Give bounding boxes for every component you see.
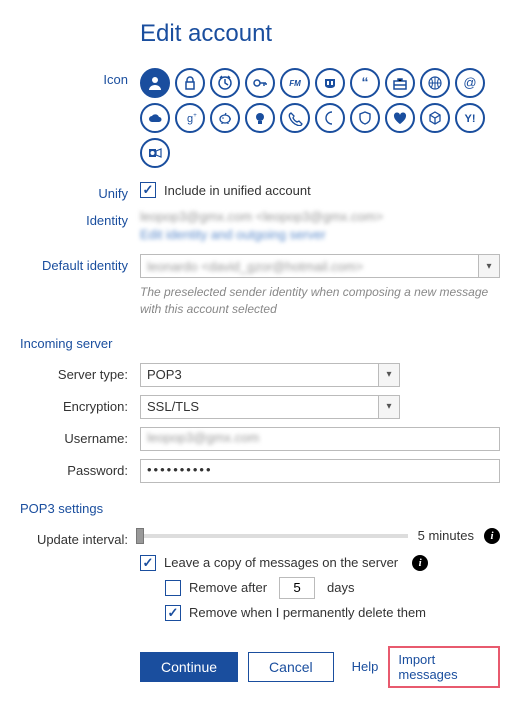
bulb-icon[interactable] [245, 103, 275, 133]
incoming-server-heading: Incoming server [20, 336, 500, 351]
dropdown-arrow-icon[interactable]: ▾ [378, 395, 400, 419]
remove-delete-label: Remove when I permanently delete them [189, 605, 426, 620]
clock-icon[interactable] [210, 68, 240, 98]
server-type-value: POP3 [140, 363, 400, 387]
cloud-icon[interactable] [140, 103, 170, 133]
fm-icon[interactable] [280, 68, 310, 98]
continue-button[interactable]: Continue [140, 652, 238, 682]
encryption-value: SSL/TLS [140, 395, 400, 419]
remove-delete-checkbox[interactable]: ✓ [165, 605, 181, 621]
briefcase-icon[interactable] [385, 68, 415, 98]
default-identity-value: leonardo <david_gzor@hotmail.com> [147, 259, 363, 274]
server-type-select[interactable]: POP3 ▾ [140, 363, 400, 387]
moon-icon[interactable] [315, 103, 345, 133]
password-input[interactable]: •••••••••• [140, 459, 500, 483]
update-interval-value: 5 minutes [418, 528, 474, 543]
default-identity-label: Default identity [20, 254, 140, 273]
icon-label: Icon [20, 68, 140, 87]
identity-label: Identity [20, 209, 140, 228]
encryption-select[interactable]: SSL/TLS ▾ [140, 395, 400, 419]
icon-picker [140, 68, 500, 168]
unify-checkbox[interactable]: ✓ [140, 182, 156, 198]
identity-edit-link[interactable]: Edit identity and outgoing server [140, 227, 500, 242]
at-icon[interactable] [455, 68, 485, 98]
key-icon[interactable] [245, 68, 275, 98]
encryption-label: Encryption: [20, 395, 140, 414]
update-interval-label: Update interval: [20, 528, 140, 547]
remove-after-days-input[interactable] [279, 577, 315, 599]
info-icon[interactable]: i [412, 555, 428, 571]
cancel-button[interactable]: Cancel [248, 652, 334, 682]
dropdown-arrow-icon[interactable]: ▾ [478, 254, 500, 278]
phone-icon[interactable] [280, 103, 310, 133]
unify-label: Unify [20, 182, 140, 201]
lock-icon[interactable] [175, 68, 205, 98]
help-link[interactable]: Help [352, 659, 379, 674]
quote-icon[interactable] [350, 68, 380, 98]
heart-icon[interactable] [385, 103, 415, 133]
update-interval-slider[interactable] [140, 534, 408, 538]
remove-after-label-before: Remove after [189, 580, 267, 595]
info-icon[interactable]: i [484, 528, 500, 544]
remove-after-label-after: days [327, 580, 354, 595]
identity-value: leopop3@gmx.com <leopop3@gmx.com> [140, 209, 383, 224]
piggy-icon[interactable] [210, 103, 240, 133]
pop3-settings-heading: POP3 settings [20, 501, 500, 516]
default-identity-helper: The preselected sender identity when com… [140, 284, 500, 318]
remove-after-checkbox[interactable]: ✓ [165, 580, 181, 596]
shield-icon[interactable] [350, 103, 380, 133]
password-label: Password: [20, 459, 140, 478]
mastodon-icon[interactable] [315, 68, 345, 98]
globe-icon[interactable] [420, 68, 450, 98]
username-label: Username: [20, 427, 140, 446]
g-plus-icon[interactable] [175, 103, 205, 133]
leave-copy-checkbox[interactable]: ✓ [140, 555, 156, 571]
slider-handle[interactable] [136, 528, 144, 544]
person-icon[interactable] [140, 68, 170, 98]
default-identity-select[interactable]: leonardo <david_gzor@hotmail.com> ▾ [140, 254, 500, 278]
import-messages-link[interactable]: Import messages [388, 646, 500, 688]
dropdown-arrow-icon[interactable]: ▾ [378, 363, 400, 387]
server-type-label: Server type: [20, 363, 140, 382]
unify-text: Include in unified account [164, 183, 311, 198]
page-title: Edit account [140, 20, 500, 48]
cube-icon[interactable] [420, 103, 450, 133]
leave-copy-label: Leave a copy of messages on the server [164, 555, 398, 570]
yahoo-icon[interactable] [455, 103, 485, 133]
outlook-icon[interactable] [140, 138, 170, 168]
username-input[interactable]: leopop3@gmx.com [140, 427, 500, 451]
